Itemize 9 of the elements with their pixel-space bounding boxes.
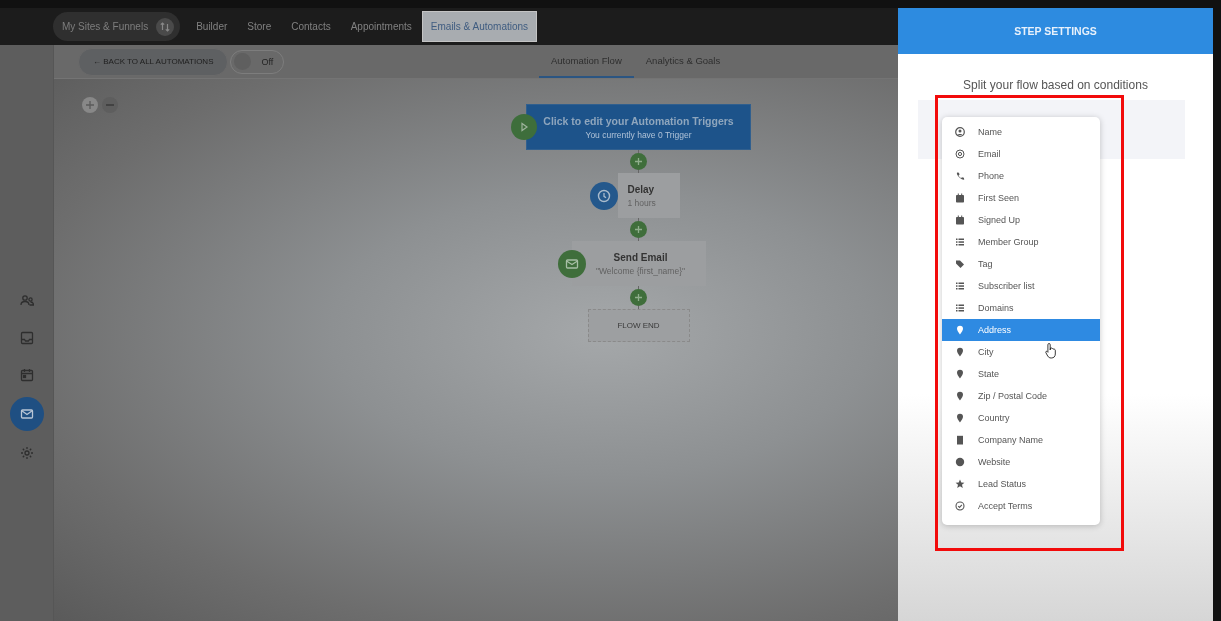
sites-label: My Sites & Funnels bbox=[62, 21, 149, 32]
panel-header: STEP SETTINGS bbox=[898, 8, 1213, 54]
flow-end: FLOW END bbox=[587, 309, 690, 342]
step-title: Send Email bbox=[613, 251, 668, 263]
panel-subtitle: Split your flow based on conditions bbox=[962, 78, 1149, 92]
trigger-subtitle: You currently have 0 Trigger bbox=[585, 129, 692, 140]
trigger-title: Click to edit your Automation Triggers bbox=[543, 114, 734, 127]
toggle-label: Off bbox=[261, 56, 274, 67]
step-title: Delay bbox=[627, 183, 656, 195]
